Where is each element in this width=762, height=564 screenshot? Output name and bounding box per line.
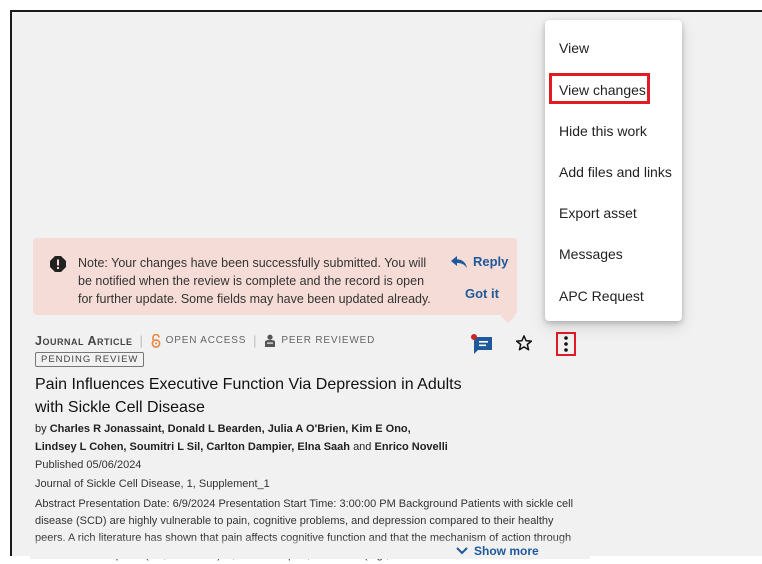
status-badge: PENDING REVIEW — [35, 352, 145, 367]
published-date: Published 05/06/2024 — [35, 459, 142, 471]
authors-prefix: by — [35, 423, 47, 435]
menu-item-apc-request[interactable]: APC Request — [545, 280, 682, 312]
reply-arrow-icon — [451, 255, 467, 268]
record-kind: Journal Article — [35, 333, 133, 348]
note-message: Note: Your changes have been successfull… — [78, 256, 431, 306]
peer-review-icon — [265, 334, 276, 347]
favorite-button[interactable] — [515, 334, 533, 357]
messages-button[interactable] — [470, 333, 494, 360]
open-lock-icon — [151, 333, 161, 348]
alert-octagon-icon — [50, 256, 66, 272]
kebab-menu-icon — [564, 336, 568, 352]
submission-note-banner: Note: Your changes have been successfull… — [33, 238, 517, 315]
reply-button[interactable]: Reply — [451, 254, 508, 269]
got-it-button[interactable]: Got it — [465, 286, 499, 301]
menu-item-add-files-and-links[interactable]: Add files and links — [545, 156, 682, 188]
open-access-tag: OPEN ACCESS — [151, 333, 247, 348]
authors-last: Enrico Novelli — [374, 441, 448, 453]
record-title[interactable]: Pain Influences Executive Function Via D… — [35, 373, 465, 419]
more-actions-button[interactable] — [556, 332, 576, 356]
star-outline-icon — [515, 335, 533, 351]
record-authors: by Charles R Jonassaint, Donald L Bearde… — [35, 420, 455, 456]
menu-item-export-asset[interactable]: Export asset — [545, 197, 682, 229]
chevron-down-icon — [456, 547, 468, 555]
menu-item-view[interactable]: View — [545, 32, 682, 64]
meta-divider: | — [253, 333, 258, 348]
reply-label: Reply — [473, 254, 509, 269]
open-access-label: OPEN ACCESS — [165, 335, 247, 346]
authors-joiner: and — [353, 441, 372, 453]
meta-divider: | — [139, 333, 144, 348]
menu-item-messages[interactable]: Messages — [545, 238, 682, 270]
chat-bubble-icon — [471, 334, 492, 354]
journal-citation: Journal of Sickle Cell Disease, 1, Suppl… — [35, 478, 270, 490]
view-changes-highlight — [549, 73, 650, 104]
record-meta: Journal Article | OPEN ACCESS | PEER REV… — [35, 333, 375, 348]
peer-reviewed-tag: PEER REVIEWED — [264, 334, 375, 347]
peer-reviewed-label: PEER REVIEWED — [281, 335, 376, 346]
more-actions-menu: View View changes Hide this work Add fil… — [545, 20, 682, 321]
menu-item-hide-this-work[interactable]: Hide this work — [545, 115, 682, 147]
